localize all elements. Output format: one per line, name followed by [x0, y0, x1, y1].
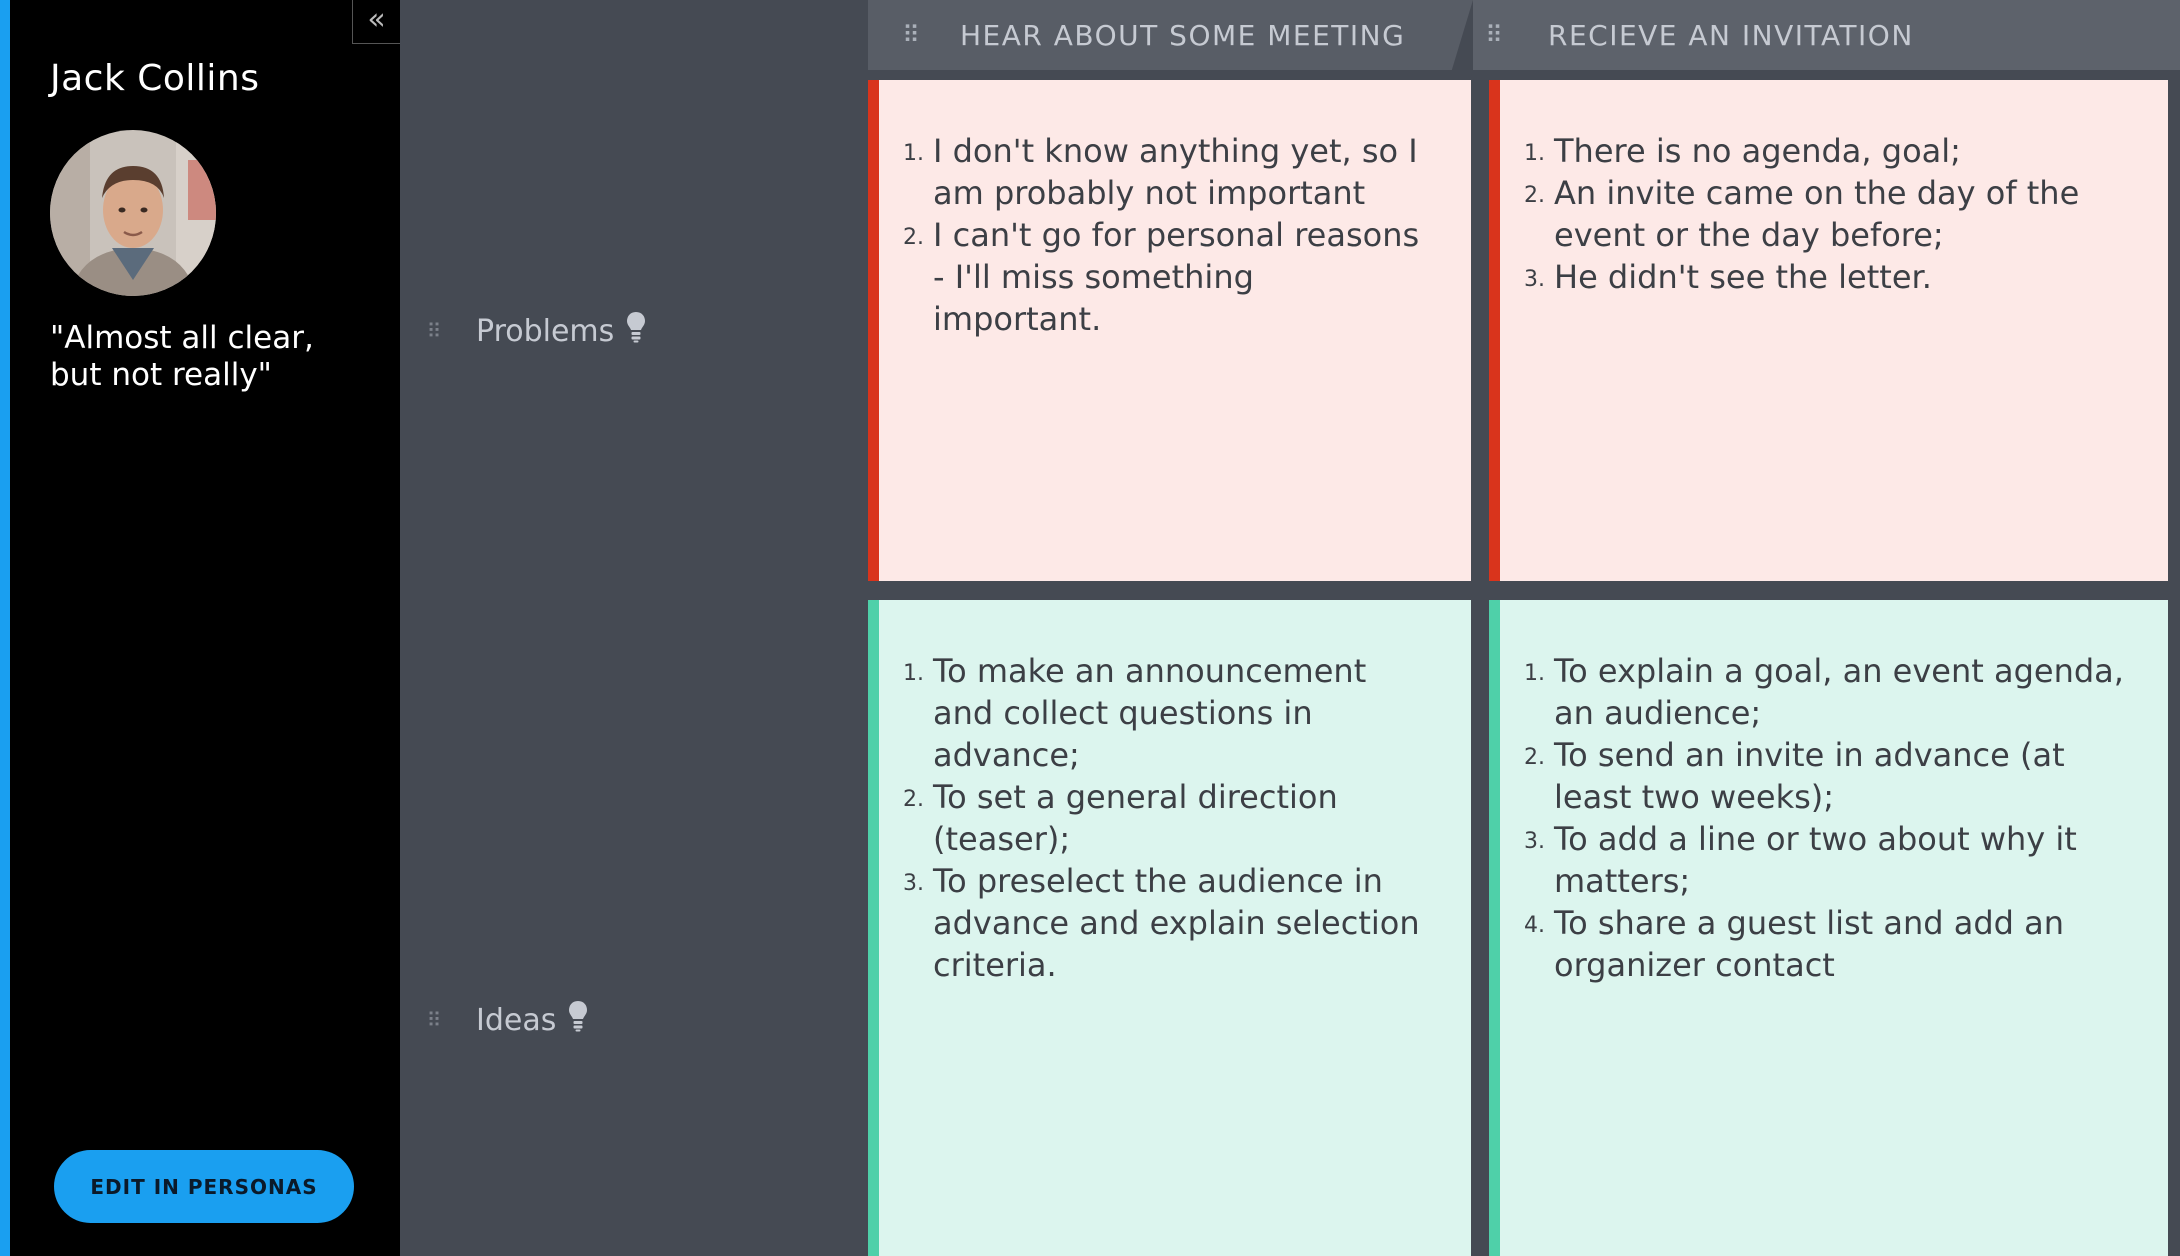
list-item: 1. To make an announcement and collect qu… — [895, 650, 1431, 776]
list-number: 4. — [1524, 913, 1545, 938]
list-item: 3. He didn't see the letter. — [1516, 256, 2128, 298]
persona-quote: "Almost all clear, but not really" — [50, 320, 314, 393]
journey-map-app: « Jack Collins "Almost all clear, but no… — [0, 0, 2180, 1256]
problem-list: 1. There is no agenda, goal; 2. An invite … — [1516, 130, 2128, 298]
list-number: 2. — [903, 787, 924, 812]
drag-handle-icon[interactable]: ⠿ — [890, 21, 930, 49]
list-item: 3. To add a line or two about why it matt… — [1516, 818, 2128, 902]
collapse-sidebar-icon[interactable]: « — [352, 0, 400, 44]
column-header-hear-about-meeting[interactable]: ⠿ HEAR ABOUT SOME MEETING — [868, 0, 1473, 70]
list-number: 1. — [903, 141, 924, 166]
list-item: 2. I can't go for personal reasons - I'll… — [895, 214, 1431, 340]
list-item-text: To set a general direction (teaser); — [933, 778, 1338, 858]
idea-list: 1. To make an announcement and collect qu… — [895, 650, 1431, 986]
idea-card[interactable]: 1. To make an announcement and collect qu… — [868, 600, 1471, 1256]
column-title: RECIEVE AN INVITATION — [1548, 18, 1914, 52]
list-item: 1. There is no agenda, goal; — [1516, 130, 2128, 172]
list-item: 4. To share a guest list and add an organ… — [1516, 902, 2128, 986]
list-number: 1. — [903, 661, 924, 686]
list-item-text: To make an announcement and collect ques… — [933, 652, 1367, 774]
problem-card[interactable]: 1. There is no agenda, goal; 2. An invite … — [1489, 80, 2168, 581]
row-label-text: Problems — [476, 313, 615, 349]
problem-card[interactable]: 1. I don't know anything yet, so I am pro… — [868, 80, 1471, 581]
list-number: 3. — [1524, 829, 1545, 854]
list-item: 2. An invite came on the day of the event… — [1516, 172, 2128, 256]
idea-card[interactable]: 1. To explain a goal, an event agenda, an… — [1489, 600, 2168, 1256]
persona-sidebar: « Jack Collins "Almost all clear, but no… — [0, 0, 400, 1256]
sidebar-accent-bar — [0, 0, 10, 1256]
row-label-text: Ideas — [476, 1002, 557, 1038]
list-item-text: I don't know anything yet, so I am proba… — [933, 132, 1418, 212]
list-item-text: To share a guest list and add an organiz… — [1554, 904, 2065, 984]
list-item: 3. To preselect the audience in advance a… — [895, 860, 1431, 986]
row-label-ideas: ⠿ Ideas — [420, 1000, 588, 1040]
list-item: 2. To set a general direction (teaser); — [895, 776, 1431, 860]
persona-name: Jack Collins — [50, 58, 260, 99]
list-item-text: To preselect the audience in advance and… — [933, 862, 1420, 984]
list-number: 1. — [1524, 141, 1545, 166]
list-number: 3. — [903, 871, 924, 896]
list-item-text: He didn't see the letter. — [1554, 258, 1932, 296]
list-number: 3. — [1524, 267, 1545, 292]
idea-list: 1. To explain a goal, an event agenda, an… — [1516, 650, 2128, 986]
column-header-receive-invitation[interactable]: ⠿ RECIEVE AN INVITATION — [1473, 0, 2180, 70]
list-item-text: To add a line or two about why it matter… — [1554, 820, 2077, 900]
list-number: 1. — [1524, 661, 1545, 686]
list-item-text: To explain a goal, an event agenda, an a… — [1554, 652, 2124, 732]
list-item-text: An invite came on the day of the event o… — [1554, 174, 2080, 254]
edit-in-personas-button[interactable]: EDIT IN PERSONAS — [54, 1150, 354, 1223]
drag-handle-icon[interactable]: ⠿ — [420, 1008, 446, 1032]
list-item-text: I can't go for personal reasons - I'll m… — [933, 216, 1420, 338]
list-number: 2. — [1524, 745, 1545, 770]
row-label-problems: ⠿ Problems — [420, 311, 646, 351]
list-item: 1. I don't know anything yet, so I am pro… — [895, 130, 1431, 214]
drag-handle-icon[interactable]: ⠿ — [420, 319, 446, 343]
problem-list: 1. I don't know anything yet, so I am pro… — [895, 130, 1431, 340]
column-title: HEAR ABOUT SOME MEETING — [960, 18, 1406, 52]
list-item: 2. To send an invite in advance (at least… — [1516, 734, 2128, 818]
drag-handle-icon[interactable]: ⠿ — [1473, 21, 1513, 49]
list-item: 1. To explain a goal, an event agenda, an… — [1516, 650, 2128, 734]
lightbulb-icon[interactable] — [568, 1000, 588, 1040]
list-number: 2. — [903, 225, 924, 250]
lightbulb-icon[interactable] — [626, 311, 646, 351]
list-number: 2. — [1524, 183, 1545, 208]
list-item-text: There is no agenda, goal; — [1554, 132, 1961, 170]
persona-avatar — [50, 130, 216, 296]
list-item-text: To send an invite in advance (at least t… — [1554, 736, 2065, 816]
